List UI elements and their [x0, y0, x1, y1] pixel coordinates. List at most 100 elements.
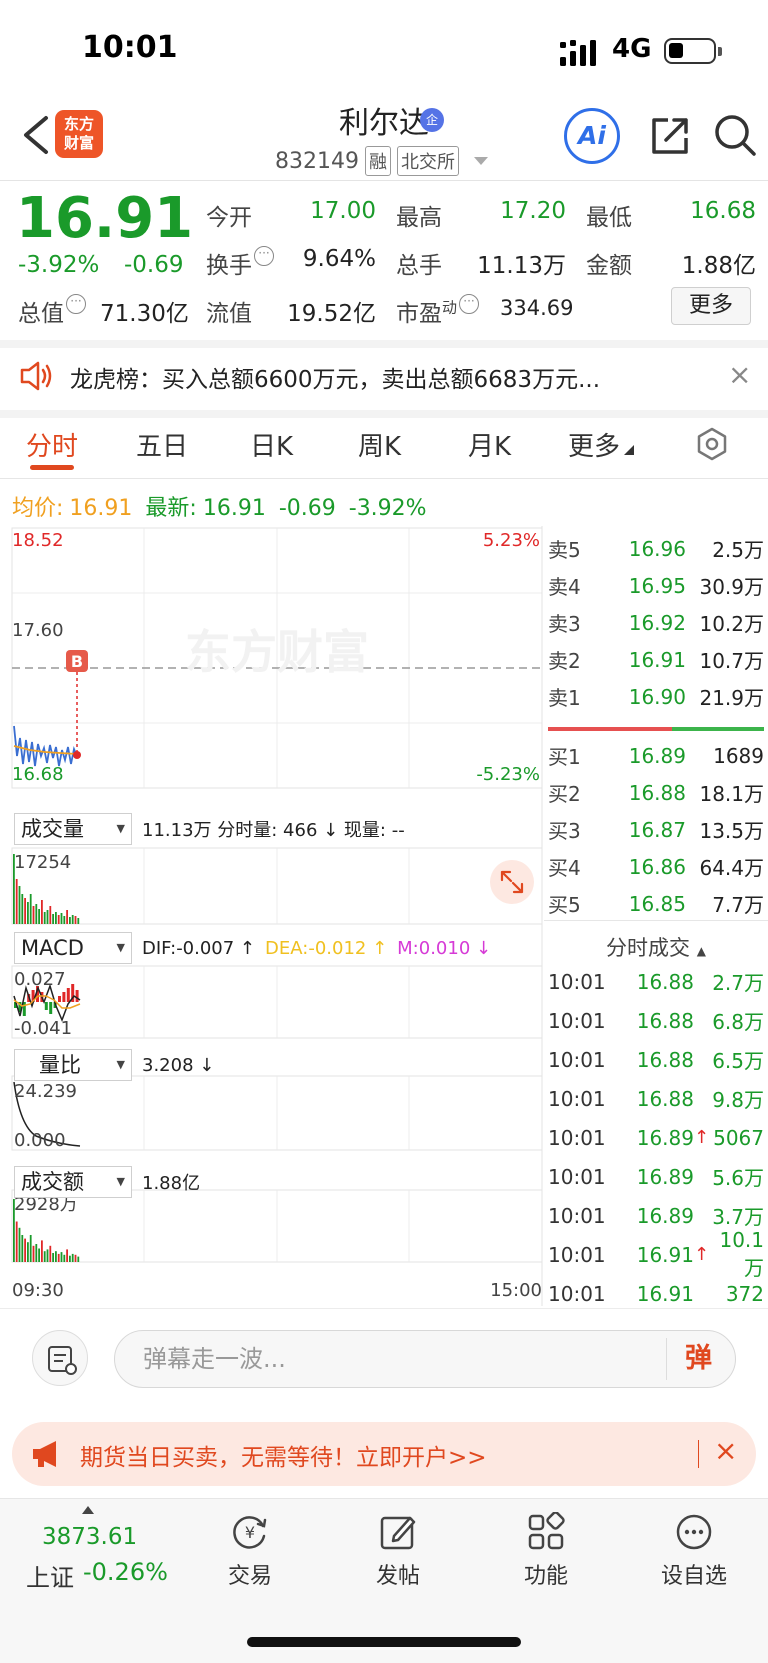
close-icon[interactable]: × [728, 358, 751, 391]
ob-volume: 10.7万 [699, 649, 764, 673]
index-change[interactable]: -0.26% [83, 1558, 168, 1586]
buy-point[interactable] [73, 751, 81, 759]
volume-bar [69, 917, 71, 924]
bid-row[interactable]: 买5 16.85 7.7万 [546, 885, 768, 922]
volume-selector[interactable]: 成交量 ▼ [14, 813, 132, 845]
macd-bar [75, 990, 79, 1002]
volume-bar [18, 886, 21, 924]
ratio-bottom: 0.000 [14, 1130, 66, 1151]
ask-row[interactable]: 卖3 16.92 10.2万 [546, 604, 768, 641]
amount-selector[interactable]: 成交额 ▼ [14, 1166, 132, 1198]
ob-volume: 18.1万 [699, 782, 764, 806]
nav-post[interactable]: 发帖 [358, 1512, 438, 1590]
bid-row[interactable]: 买1 16.89 1689 [546, 737, 768, 774]
ob-volume: 64.4万 [699, 856, 764, 880]
amount-bar [57, 1253, 60, 1262]
macd-bar [62, 992, 66, 1002]
bottom-nav-divider [0, 1498, 768, 1499]
trade-volume: 5.6万 [712, 1166, 764, 1190]
price-legend: 均价: 16.91 最新: 16.91 -0.69 -3.92% [12, 490, 433, 522]
stock-code-line[interactable]: 832149 融 北交所 [275, 146, 489, 176]
ob-label: 买5 [548, 893, 581, 917]
notice-text[interactable]: 龙虎榜：买入总额6600万元，卖出总额6683万元... [70, 360, 690, 394]
tab-weekly-k[interactable]: 周K [358, 426, 401, 463]
trade-time: 10:01 [548, 1203, 606, 1228]
menu-button[interactable] [32, 1330, 88, 1386]
dif-value: DIF:-0.007 ↑ [142, 937, 256, 959]
stock-code: 832149 [275, 148, 359, 174]
nav-add-watchlist[interactable]: 设自选 [654, 1512, 734, 1590]
bid-row[interactable]: 买2 16.88 18.1万 [546, 774, 768, 811]
low-label: 最低 [586, 205, 632, 231]
ask-row[interactable]: 卖4 16.95 30.9万 [546, 567, 768, 604]
ask-row[interactable]: 卖1 16.90 21.9万 [546, 678, 768, 715]
trade-price: 16.88 [636, 1047, 694, 1072]
ratio-selector[interactable]: 量比 ▼ [14, 1049, 132, 1081]
trades-title[interactable]: 分时成交 ▲ [606, 932, 706, 962]
nav-features[interactable]: 功能 [506, 1512, 586, 1590]
bid-ask-ratio-bar [548, 727, 764, 731]
amount-bar [29, 1235, 32, 1262]
volume-bar [32, 906, 35, 924]
ob-volume: 1689 [713, 743, 764, 768]
trade-price: 16.88 [636, 1086, 694, 1111]
section-separator [0, 340, 768, 348]
tab-five-day[interactable]: 五日 [136, 426, 188, 463]
latest-price: 16.91 [202, 496, 266, 521]
bid-row[interactable]: 买4 16.86 64.4万 [546, 848, 768, 885]
danmu-send-button[interactable]: 弹 [666, 1338, 730, 1380]
trade-volume: 9.8万 [712, 1088, 764, 1112]
trade-row: 10:01 16.91 ↑ 10.1万 [546, 1228, 768, 1280]
volume-indicator-row: 成交量 ▼ 11.13万 分时量: 466 ↓ 现量: -- [14, 813, 544, 845]
danmu-input[interactable]: 弹幕走一波... [114, 1330, 736, 1388]
volume-bar [41, 900, 43, 924]
gear-icon[interactable] [694, 426, 730, 462]
share-icon[interactable] [648, 114, 692, 158]
ad-text[interactable]: 期货当日买卖，无需等待！立即开户>> [80, 1438, 487, 1472]
cellular-signal-icon [560, 40, 596, 66]
ob-label: 卖4 [548, 575, 581, 599]
expand-button[interactable] [490, 860, 534, 904]
amount-bar [18, 1227, 21, 1262]
volume-bar [71, 915, 74, 924]
macd-selector[interactable]: MACD ▼ [14, 932, 132, 964]
expand-up-icon[interactable] [82, 1506, 94, 1514]
info-dots-icon[interactable]: ··· [66, 294, 86, 314]
volume-bar [66, 910, 68, 924]
index-value[interactable]: 3873.61 [42, 1524, 137, 1550]
trade-volume: 10.1万 [719, 1228, 764, 1280]
amount-bar [66, 1249, 68, 1262]
ob-price: 16.95 [628, 573, 686, 598]
ai-button[interactable]: Ai [564, 108, 620, 164]
amount-bar [15, 1221, 18, 1262]
price-line [13, 725, 78, 767]
amount-bar [63, 1254, 66, 1262]
ob-volume: 10.2万 [699, 612, 764, 636]
more-quote-button[interactable]: 更多 [671, 287, 751, 325]
tab-daily-k[interactable]: 日K [250, 426, 293, 463]
pct-axis-bottom: -5.23% [476, 764, 540, 785]
close-icon[interactable]: × [714, 1434, 737, 1467]
tab-intraday[interactable]: 分时 [26, 426, 78, 463]
comment-divider [0, 1308, 768, 1309]
index-name[interactable]: 上证 [26, 1558, 74, 1593]
ob-label: 卖5 [548, 538, 581, 562]
trade-time: 10:01 [548, 1281, 606, 1306]
ob-volume: 13.5万 [699, 819, 764, 843]
search-icon[interactable] [712, 112, 758, 158]
megaphone-icon [33, 1441, 56, 1467]
tab-monthly-k[interactable]: 月K [468, 426, 511, 463]
nav-trade[interactable]: ¥ 交易 [210, 1512, 290, 1590]
ad-separator [698, 1440, 699, 1468]
volume-bar [60, 913, 63, 924]
trade-price: 16.89 [636, 1125, 694, 1150]
info-dots-icon[interactable]: ··· [254, 246, 274, 266]
amount-bar [52, 1253, 54, 1262]
ask-row[interactable]: 卖2 16.91 10.7万 [546, 641, 768, 678]
bid-row[interactable]: 买3 16.87 13.5万 [546, 811, 768, 848]
ask-row[interactable]: 卖5 16.96 2.5万 [546, 530, 768, 567]
info-dots-icon[interactable]: ··· [459, 294, 480, 314]
volume-bar [43, 912, 46, 924]
tab-more[interactable]: 更多 [568, 426, 635, 463]
volume-bar [49, 906, 52, 924]
